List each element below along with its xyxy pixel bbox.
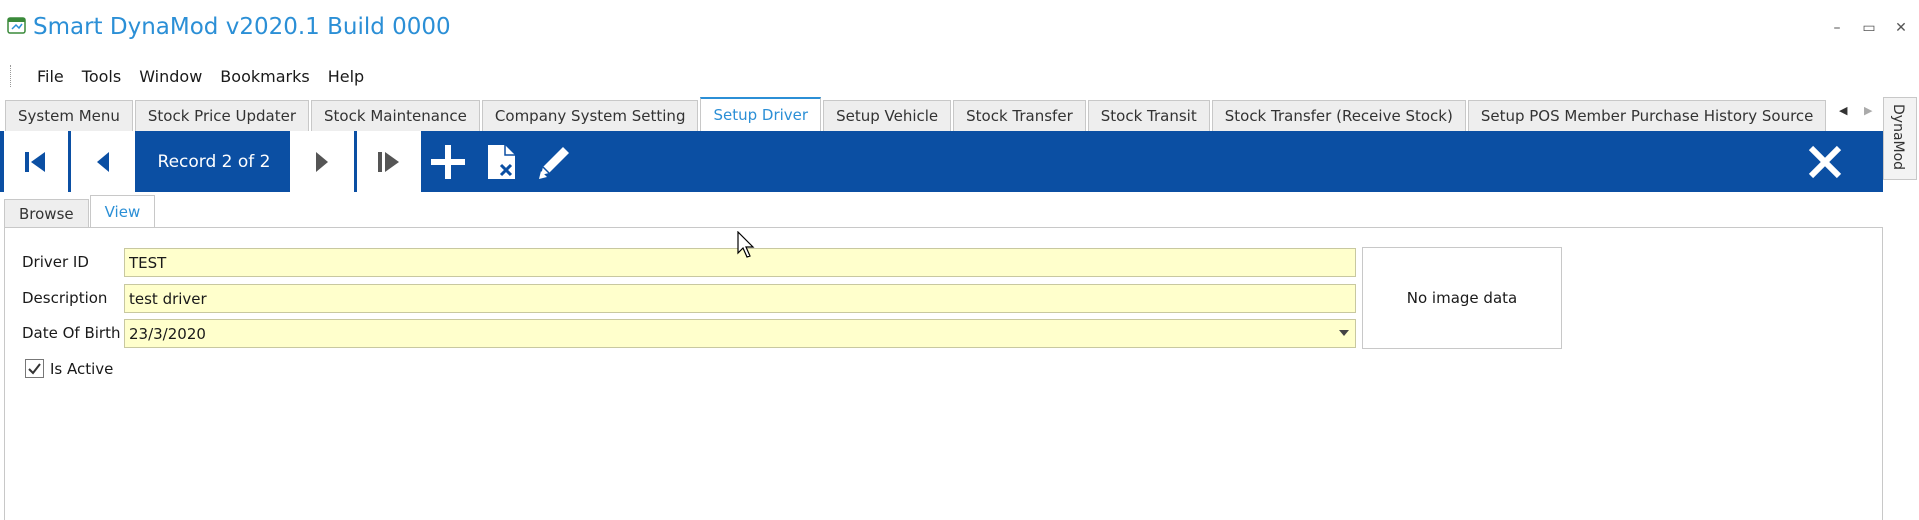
view-tabs: Browse View — [4, 194, 156, 228]
driver-id-label: Driver ID — [22, 253, 89, 271]
tab-scroll-left-icon[interactable]: ◀ — [1839, 104, 1847, 117]
checkmark-icon — [28, 363, 41, 375]
delete-icon — [488, 144, 515, 179]
tab-stock-transit[interactable]: Stock Transit — [1087, 100, 1210, 131]
tab-browse[interactable]: Browse — [4, 199, 89, 228]
menu-help[interactable]: Help — [319, 67, 373, 86]
tab-scroll-right-icon[interactable]: ▶ — [1864, 104, 1872, 117]
menu-bookmarks[interactable]: Bookmarks — [211, 67, 318, 86]
next-record-icon — [316, 151, 328, 172]
description-field[interactable] — [124, 284, 1356, 313]
add-record-button[interactable] — [428, 131, 468, 192]
document-tabs: System Menu Stock Price Updater Stock Ma… — [5, 97, 1828, 131]
tab-setup-pos-member-history[interactable]: Setup POS Member Purchase History Source — [1467, 100, 1827, 131]
close-form-button[interactable] — [1804, 131, 1846, 192]
date-of-birth-picker[interactable]: 23/3/2020 — [124, 319, 1356, 348]
is-active-label: Is Active — [50, 359, 114, 378]
tab-stock-transfer-receive[interactable]: Stock Transfer (Receive Stock) — [1211, 100, 1466, 131]
next-record-button[interactable] — [290, 131, 354, 192]
tab-system-menu[interactable]: System Menu — [5, 100, 133, 131]
tab-view[interactable]: View — [89, 195, 156, 228]
tab-setup-driver[interactable]: Setup Driver — [700, 97, 822, 131]
app-logo-icon — [7, 17, 26, 34]
tab-company-system-setting[interactable]: Company System Setting — [481, 100, 699, 131]
chevron-down-icon[interactable] — [1339, 330, 1349, 336]
add-icon — [431, 144, 465, 179]
menu-grip-handle[interactable] — [10, 65, 12, 87]
date-of-birth-label: Date Of Birth — [22, 324, 121, 342]
is-active-row: Is Active — [25, 359, 113, 378]
title-bar: Smart DynaMod v2020.1 Build 0000 – ▭ ✕ — [0, 0, 1919, 58]
window-controls: – ▭ ✕ — [1829, 20, 1909, 36]
image-placeholder-text: No image data — [1406, 289, 1518, 307]
description-label: Description — [22, 289, 108, 307]
dynamod-side-panel[interactable]: DynaMod — [1883, 97, 1917, 180]
first-record-icon — [25, 151, 45, 172]
close-window-button[interactable]: ✕ — [1893, 20, 1909, 36]
tab-stock-maintenance[interactable]: Stock Maintenance — [311, 100, 480, 131]
record-counter: Record 2 of 2 — [157, 151, 271, 172]
first-record-button[interactable] — [4, 131, 68, 192]
previous-record-button[interactable] — [71, 131, 135, 192]
restore-button[interactable]: ▭ — [1861, 20, 1877, 36]
app-title: Smart DynaMod v2020.1 Build 0000 — [33, 14, 451, 40]
tab-stock-transfer[interactable]: Stock Transfer — [953, 100, 1086, 131]
tab-stock-price-updater[interactable]: Stock Price Updater — [134, 100, 310, 131]
driver-form-panel: Driver ID Description Date Of Birth 23/3… — [4, 227, 1883, 520]
delete-record-button[interactable] — [482, 131, 522, 192]
close-icon — [1808, 145, 1842, 178]
minimize-button[interactable]: – — [1829, 20, 1845, 36]
menu-tools[interactable]: Tools — [73, 67, 130, 86]
menu-file[interactable]: File — [28, 67, 73, 86]
tab-setup-vehicle[interactable]: Setup Vehicle — [823, 100, 952, 131]
last-record-icon — [378, 151, 399, 172]
menu-window[interactable]: Window — [130, 67, 211, 86]
side-panel-label: DynaMod — [1890, 104, 1906, 171]
record-toolbar: Record 2 of 2 — [0, 131, 1883, 192]
previous-record-icon — [97, 151, 109, 172]
date-of-birth-value: 23/3/2020 — [129, 325, 206, 343]
driver-image-box[interactable]: No image data — [1362, 247, 1562, 349]
is-active-checkbox[interactable] — [25, 359, 44, 378]
edit-icon — [539, 146, 569, 179]
mouse-cursor-icon — [737, 231, 755, 258]
last-record-button[interactable] — [357, 131, 421, 192]
menu-bar: File Tools Window Bookmarks Help — [0, 62, 373, 90]
edit-record-button[interactable] — [534, 131, 574, 192]
